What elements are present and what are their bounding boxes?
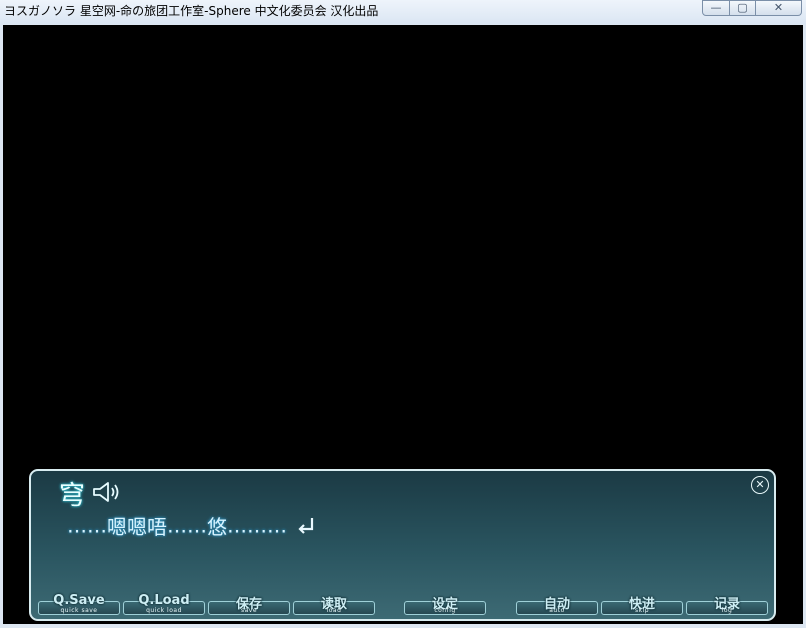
config-sublabel: config [434, 607, 456, 614]
speaker-icon[interactable] [91, 481, 121, 503]
close-icon[interactable]: ✕ [751, 476, 769, 494]
message-box[interactable]: 穹 ✕ ……嗯嗯唔……悠……… Q.Save quick save Q.Load… [29, 469, 776, 621]
quick-save-sublabel: quick save [60, 607, 98, 614]
save-button[interactable]: 保存 save [208, 597, 290, 615]
log-sublabel: log [721, 607, 733, 614]
dialogue-ellipsis: …… [167, 513, 207, 538]
load-sublabel: load [326, 607, 342, 614]
quick-save-label: Q.Save [53, 593, 105, 608]
quick-load-sublabel: quick load [146, 607, 182, 614]
game-screen[interactable]: 穹 ✕ ……嗯嗯唔……悠……… Q.Save quick save Q.Load… [3, 25, 803, 624]
close-window-button[interactable]: ✕ [756, 0, 802, 16]
maximize-button[interactable]: ▢ [730, 0, 756, 16]
log-button[interactable]: 记录 log [686, 597, 768, 615]
window-titlebar: ヨスガノソラ 星空网-命の旅团工作室-Sphere 中文化委员会 汉化出品 — … [0, 0, 806, 24]
speaker-name: 穹 [59, 481, 86, 511]
minimize-button[interactable]: — [702, 0, 730, 16]
skip-button[interactable]: 快进 skip [601, 597, 683, 615]
auto-sublabel: auto [549, 607, 565, 614]
window-title: ヨスガノソラ 星空网-命の旅团工作室-Sphere 中文化委员会 汉化出品 [4, 4, 379, 18]
dialogue-ellipsis: ……… [227, 513, 287, 538]
skip-sublabel: skip [634, 607, 650, 614]
auto-button[interactable]: 自动 auto [516, 597, 598, 615]
quick-load-label: Q.Load [138, 593, 190, 608]
dialogue-name: 悠 [207, 515, 227, 539]
save-sublabel: save [240, 607, 258, 614]
quick-load-button[interactable]: Q.Load quick load [123, 593, 205, 615]
window-controls: — ▢ ✕ [702, 0, 802, 16]
dialogue-ellipsis: …… [67, 513, 107, 538]
quick-save-button[interactable]: Q.Save quick save [38, 593, 120, 615]
enter-arrow-icon [298, 517, 314, 534]
load-button[interactable]: 读取 load [293, 597, 375, 615]
config-button[interactable]: 设定 config [404, 597, 486, 615]
dialogue-line: 嗯嗯唔 [107, 515, 167, 539]
dialogue-text: ……嗯嗯唔……悠……… [67, 511, 317, 540]
